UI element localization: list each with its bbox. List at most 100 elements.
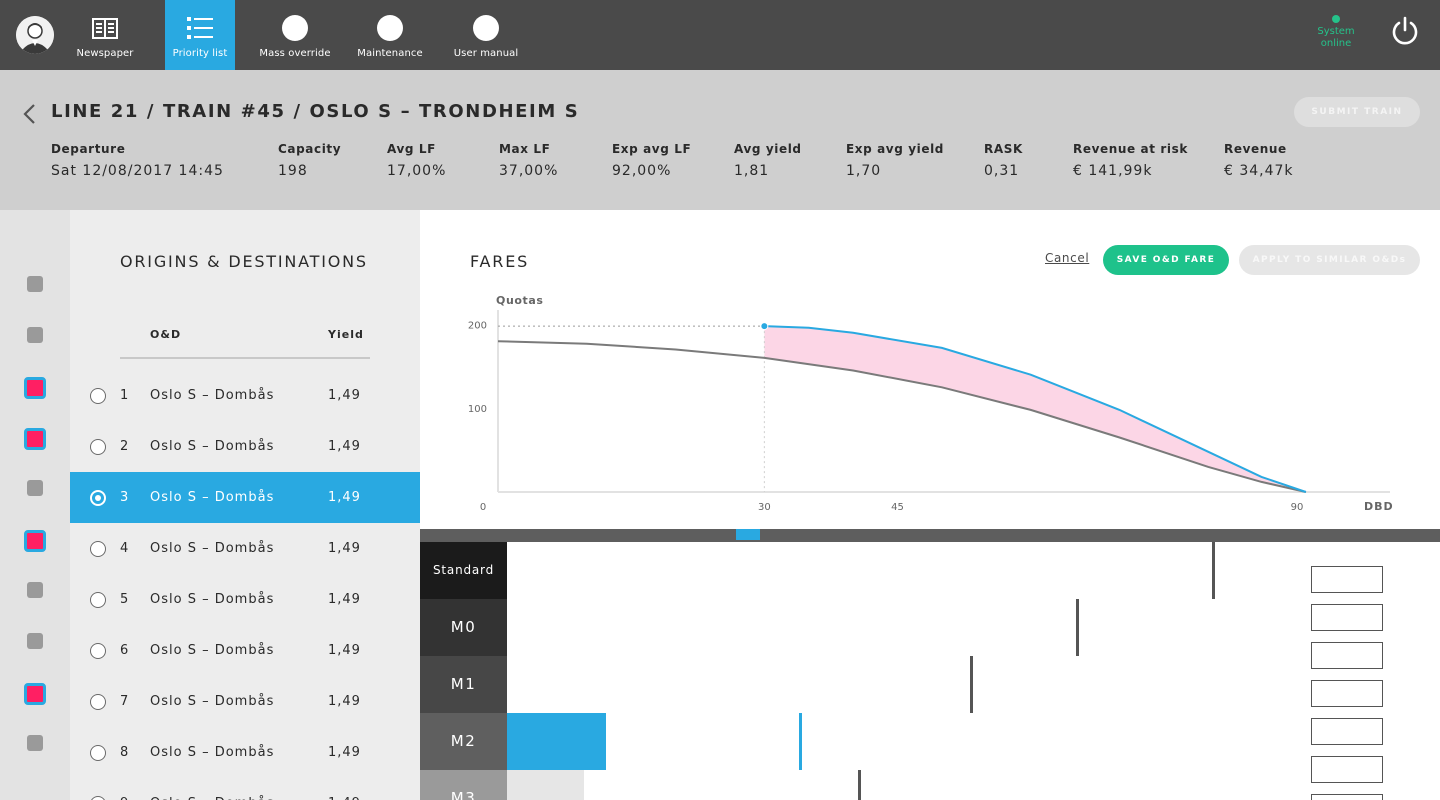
header-divider	[120, 357, 370, 359]
power-icon[interactable]	[1390, 16, 1420, 46]
od-radio[interactable]	[90, 643, 106, 659]
chevron-left-icon[interactable]	[20, 102, 40, 126]
od-radio[interactable]	[90, 796, 106, 800]
filter-checkbox[interactable]	[27, 480, 43, 496]
nav-newspaper[interactable]: Newspaper	[70, 0, 140, 70]
od-radio[interactable]	[90, 745, 106, 761]
stat-avg-lf: Avg LF 17,00%	[387, 142, 446, 179]
filter-checkbox-checked[interactable]	[24, 377, 46, 399]
page-title: LINE 21 / TRAIN #45 / OSLO S – TRONDHEIM…	[51, 101, 580, 122]
stat-departure: Departure Sat 12/08/2017 14:45	[51, 142, 224, 179]
fares-title: FARES	[470, 252, 530, 271]
od-num: 5	[120, 592, 130, 607]
od-row[interactable]: 6 Oslo S – Dombås 1,49	[70, 625, 420, 676]
filter-checkbox-checked[interactable]	[24, 428, 46, 450]
stat-value: 92,00%	[612, 163, 672, 179]
stat-label: Exp avg LF	[612, 142, 692, 156]
od-yield: 1,49	[328, 643, 361, 658]
od-row[interactable]: 7 Oslo S – Dombås 1,49	[70, 676, 420, 727]
od-name: Oslo S – Dombås	[150, 694, 275, 709]
x-axis-label: DBD	[1364, 500, 1394, 513]
x-tick-label: 90	[1291, 502, 1304, 513]
class-value-input[interactable]	[1311, 604, 1383, 631]
stat-value: 0,31	[984, 163, 1020, 179]
stat-label: RASK	[984, 142, 1023, 156]
stat-label: Max LF	[499, 142, 551, 156]
od-radio[interactable]	[90, 592, 106, 608]
od-radio[interactable]	[90, 490, 106, 506]
od-column-header: O&D	[150, 328, 182, 341]
avatar-person-icon	[16, 16, 54, 54]
quota-marker[interactable]	[760, 322, 769, 331]
class-value-input[interactable]	[1311, 566, 1383, 593]
class-row: M2	[420, 713, 1440, 770]
x-tick-label: 30	[758, 502, 771, 513]
class-value-input[interactable]	[1311, 642, 1383, 669]
class-value-input[interactable]	[1311, 680, 1383, 707]
stat-value: 1,70	[846, 163, 882, 179]
nav-newspaper-label: Newspaper	[76, 48, 134, 59]
y-axis-label: Quotas	[496, 294, 544, 307]
filter-checkbox[interactable]	[27, 633, 43, 649]
od-row[interactable]: 1 Oslo S – Dombås 1,49	[70, 370, 420, 421]
status-dot-icon	[1332, 15, 1340, 23]
od-radio[interactable]	[90, 541, 106, 557]
user-manual-circle-icon	[473, 15, 499, 41]
class-value-input[interactable]	[1311, 718, 1383, 745]
class-marker[interactable]	[970, 656, 973, 713]
nav-maintenance[interactable]: Maintenance	[350, 0, 430, 70]
nav-user-manual[interactable]: User manual	[446, 0, 526, 70]
stat-value: 1,81	[734, 163, 770, 179]
quotas-chart[interactable]: Quotas DBD 0 30 45 90 100 200	[420, 280, 1440, 530]
od-row[interactable]: 4 Oslo S – Dombås 1,49	[70, 523, 420, 574]
filter-checkbox-checked[interactable]	[24, 530, 46, 552]
stat-label: Avg yield	[734, 142, 802, 156]
class-value-input[interactable]	[1311, 794, 1383, 800]
class-fill-bar	[507, 770, 584, 800]
class-marker[interactable]	[1212, 542, 1215, 599]
filter-checkbox[interactable]	[27, 582, 43, 598]
nav-priority-list[interactable]: Priority list	[165, 0, 235, 70]
mass-override-circle-icon	[282, 15, 308, 41]
od-radio[interactable]	[90, 439, 106, 455]
od-row[interactable]: 9 Oslo S – Dombås 1,49	[70, 778, 420, 800]
submit-train-button[interactable]: SUBMIT TRAIN	[1294, 97, 1420, 127]
class-value-input[interactable]	[1311, 756, 1383, 783]
class-marker[interactable]	[858, 770, 861, 800]
stat-label: Revenue at risk	[1073, 142, 1188, 156]
nav-mass-override[interactable]: Mass override	[255, 0, 335, 70]
od-name: Oslo S – Dombås	[150, 439, 275, 454]
maintenance-circle-icon	[377, 15, 403, 41]
od-row[interactable]: 3 Oslo S – Dombås 1,49	[70, 472, 420, 523]
od-num: 2	[120, 439, 130, 454]
od-radio[interactable]	[90, 694, 106, 710]
filter-checkbox[interactable]	[27, 327, 43, 343]
apply-to-similar-button[interactable]: APPLY TO SIMILAR O&Ds	[1239, 245, 1420, 275]
save-od-fare-button[interactable]: SAVE O&D FARE	[1103, 245, 1229, 275]
class-marker[interactable]	[1076, 599, 1079, 656]
filter-checkbox-checked[interactable]	[24, 683, 46, 705]
od-row[interactable]: 8 Oslo S – Dombås 1,49	[70, 727, 420, 778]
stat-value: 198	[278, 163, 308, 179]
od-num: 8	[120, 745, 130, 760]
od-num: 9	[120, 796, 129, 800]
stat-revenue: Revenue € 34,47k	[1224, 142, 1294, 179]
filter-checkbox[interactable]	[27, 276, 43, 292]
class-row: M1	[420, 656, 1440, 713]
od-num: 3	[120, 490, 130, 505]
newspaper-icon	[92, 18, 118, 39]
class-marker[interactable]	[799, 713, 802, 770]
timeline-scrubber[interactable]	[420, 529, 1440, 542]
od-yield: 1,49	[328, 592, 361, 607]
cancel-button[interactable]: Cancel	[1045, 251, 1089, 265]
stat-value: Sat 12/08/2017 14:45	[51, 163, 224, 179]
stat-label: Capacity	[278, 142, 342, 156]
user-avatar[interactable]	[16, 16, 54, 54]
od-row[interactable]: 2 Oslo S – Dombås 1,49	[70, 421, 420, 472]
system-status-label: System online	[1317, 26, 1355, 49]
train-header: LINE 21 / TRAIN #45 / OSLO S – TRONDHEIM…	[0, 70, 1440, 210]
timeline-handle[interactable]	[736, 529, 760, 540]
od-row[interactable]: 5 Oslo S – Dombås 1,49	[70, 574, 420, 625]
filter-checkbox[interactable]	[27, 735, 43, 751]
od-radio[interactable]	[90, 388, 106, 404]
